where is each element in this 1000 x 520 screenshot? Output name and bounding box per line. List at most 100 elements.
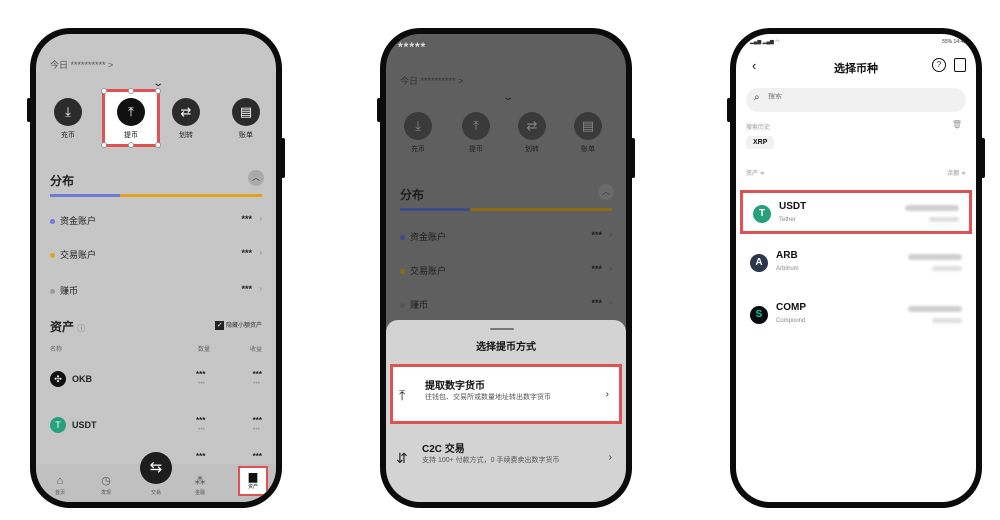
coin-row-arb[interactable]: A ARB Arbitrum	[740, 242, 972, 286]
account-label: 资金账户	[60, 216, 97, 226]
usdt-icon: T	[50, 417, 66, 433]
bill-label: 账单	[581, 146, 595, 153]
coin-list-header: 资产 ≑ 余额 ≑	[746, 168, 966, 177]
usdt-icon: T	[753, 205, 771, 223]
selection-handle	[101, 88, 107, 94]
coin-pnl-sub: ***	[252, 428, 260, 434]
coin-qty: ***	[196, 452, 206, 461]
account-row-earn[interactable]: 赚币 *** ›	[50, 284, 262, 300]
sort-asset[interactable]: 资产 ≑	[746, 171, 765, 177]
coin-symbol: COMP	[776, 302, 806, 313]
account-row-fund[interactable]: 资金账户 *** ›	[50, 214, 262, 230]
collapse-icon[interactable]: ︿	[248, 170, 264, 186]
c2c-trade-option[interactable]: ⇵ C2C 交易 支持 100+ 付款方式，0 手续费卖出数字货币 ›	[390, 430, 622, 490]
coin-pnl: ***	[252, 416, 262, 425]
coin-qty-sub: ***	[198, 382, 206, 388]
coin-row-okb[interactable]: ✣ OKB *** *** *** ***	[50, 368, 262, 394]
status-time: 55% 14:49	[942, 39, 966, 45]
today-pnl-link[interactable]: 今日 ********** >	[50, 58, 113, 71]
screen: 今日 ********** > ⌄ ⤓ 充币 ⤒ 提币 ⇄ 划转 ▤ 账单 分布…	[36, 34, 276, 502]
arb-icon: A	[750, 254, 768, 272]
checkbox-checked-icon[interactable]: ✓	[215, 320, 225, 330]
trash-icon[interactable]: 🗑	[952, 120, 962, 129]
fund-share-bar	[50, 194, 120, 197]
trade-button[interactable]: ⇆	[140, 452, 172, 484]
transfer-icon: ⇄	[518, 112, 546, 140]
withdraw-icon: ⤒	[117, 98, 145, 126]
account-row-trading: 交易账户 *** ›	[400, 264, 612, 280]
power-button	[281, 138, 285, 178]
asset-table-header: 名称 数量 收益	[50, 344, 262, 353]
tab-label: 交易	[150, 490, 161, 496]
search-icon: ⌕	[754, 92, 760, 103]
chevron-right-icon: ›	[609, 298, 612, 307]
hide-small-toggle[interactable]: ✓ 隐藏小额资产	[215, 320, 262, 330]
transfer-button: ⇄ 划转	[512, 112, 552, 154]
coin-row-usdt[interactable]: T USDT *** *** *** ***	[50, 414, 262, 440]
help-icon[interactable]: ?	[932, 58, 946, 72]
distribution-title: 分布	[50, 174, 75, 188]
search-bar[interactable]: ⌕	[746, 88, 966, 112]
sheet-grab-handle[interactable]	[490, 328, 514, 330]
coin-row-comp[interactable]: S COMP Compound	[740, 294, 972, 338]
option-title: 提取数字货币	[425, 381, 485, 392]
info-icon[interactable]: ⓘ	[77, 324, 85, 333]
withdraw-crypto-option[interactable]: ⤒ 提取数字货币 往钱包、交易所或数量地址转出数字货币 ›	[390, 364, 622, 424]
account-value: ***	[591, 298, 602, 308]
coin-qty: ***	[196, 370, 206, 379]
history-chip[interactable]: XRP	[746, 136, 775, 149]
option-title: C2C 交易	[422, 444, 465, 455]
fund-share-bar	[400, 208, 470, 211]
distribution-title: 分布	[400, 188, 425, 202]
tab-home[interactable]: ⌂ 首页	[48, 475, 72, 496]
sort-balance[interactable]: 余额 ≑	[947, 168, 966, 177]
withdraw-label: 提币	[469, 146, 483, 153]
transfer-icon: ⇄	[172, 98, 200, 126]
chevron-right-icon: ›	[609, 230, 612, 239]
bill-label: 账单	[239, 132, 253, 139]
tab-assets[interactable]: ▆ 资产	[238, 466, 268, 496]
account-label: 交易账户	[60, 250, 97, 260]
deposit-button[interactable]: ⤓ 充币	[48, 98, 88, 140]
option-desc: 往钱包、交易所或数量地址转出数字货币	[425, 394, 551, 401]
coin-qty: ***	[196, 416, 206, 425]
account-row-trading[interactable]: 交易账户 *** ›	[50, 248, 262, 264]
tab-finance[interactable]: ⁂ 金融	[188, 474, 212, 496]
withdraw-button: ⤒ 提币	[456, 112, 496, 154]
coin-pnl-sub: ***	[252, 382, 260, 388]
trade-dot	[400, 269, 405, 275]
transfer-button[interactable]: ⇄ 划转	[166, 98, 206, 140]
trade-dot	[50, 253, 55, 259]
account-value: ***	[591, 264, 602, 274]
transfer-label: 划转	[179, 132, 193, 139]
bill-button[interactable]: ▤ 账单	[226, 98, 266, 140]
power-button	[631, 138, 635, 178]
home-icon: ⌂	[56, 475, 64, 487]
account-label: 资金账户	[410, 232, 447, 242]
total-balance-masked: *****	[398, 40, 427, 54]
tab-label: 发现	[100, 490, 111, 496]
selection-handle	[128, 88, 134, 94]
fund-dot	[400, 235, 405, 241]
chevron-right-icon: ›	[608, 452, 612, 463]
search-input[interactable]	[768, 93, 918, 100]
tab-discover[interactable]: ◷ 发现	[94, 474, 118, 496]
history-icon[interactable]	[954, 58, 966, 72]
account-label: 赚币	[60, 286, 79, 296]
phone-select-coin-screen: ▂▄▆ ▂▄▆ ◠ 55% 14:49 ‹ 选择币种 ? ⌕ 搜索历史 🗑 XR…	[727, 28, 985, 508]
account-value: ***	[241, 214, 252, 224]
assets-title: 资产 ⓘ	[50, 318, 85, 335]
withdraw-button[interactable]: ⤒ 提币	[101, 88, 161, 148]
assets-title-text: 资产	[50, 320, 75, 334]
chevron-right-icon: ›	[605, 389, 609, 400]
wallet-icon: ▆	[248, 471, 258, 483]
trade-share-bar	[470, 208, 612, 211]
col-name: 名称	[50, 347, 63, 353]
deposit-label: 充币	[61, 132, 75, 139]
transfer-label: 划转	[525, 146, 539, 153]
sheet-title: 选择提币方式	[476, 342, 536, 353]
volume-button	[727, 98, 731, 122]
coin-name: OKB	[72, 374, 92, 384]
screen: ***** 今日 ********** > ⌄ ⤓ 充币 ⤒ 提币 ⇄ 划转 ▤ 账单 …	[386, 34, 626, 502]
coin-row-usdt[interactable]: T USDT Tether	[740, 190, 972, 234]
